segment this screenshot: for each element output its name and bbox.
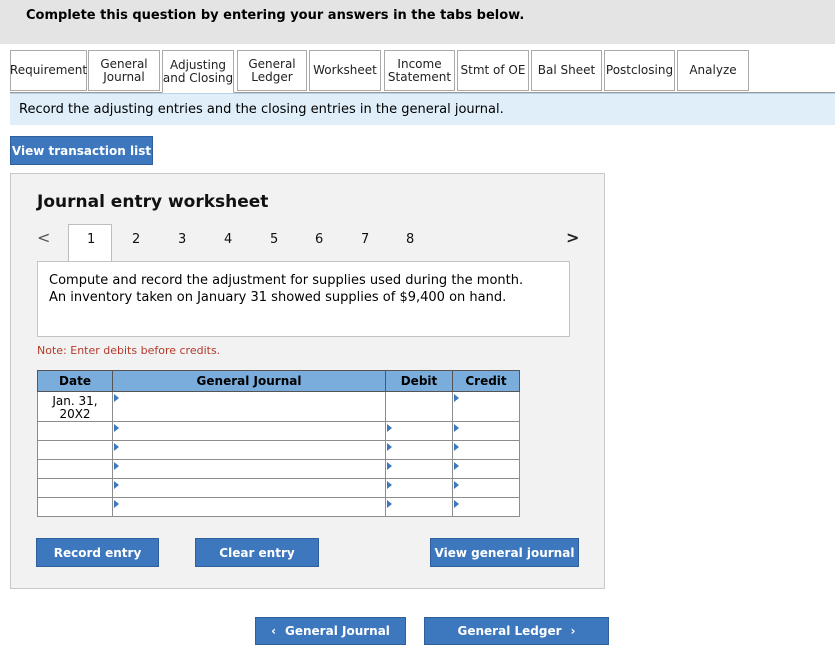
account-input[interactable] <box>112 421 386 441</box>
journal-table: Date General Journal Debit Credit Jan. 3… <box>37 370 520 517</box>
credit-input[interactable] <box>452 440 520 460</box>
date-cell <box>37 440 113 460</box>
header-debit: Debit <box>385 370 453 392</box>
account-input[interactable] <box>112 478 386 498</box>
next-button-label: General Ledger <box>457 624 562 638</box>
credit-input[interactable] <box>452 497 520 517</box>
debit-input[interactable] <box>385 459 453 479</box>
note-text: Note: Enter debits before credits. <box>37 344 221 357</box>
question-line-2: An inventory taken on January 31 showed … <box>49 290 507 305</box>
tab-income-statement[interactable]: Income Statement <box>384 50 455 91</box>
date-cell <box>37 421 113 441</box>
clear-entry-button[interactable]: Clear entry <box>195 538 319 567</box>
question-box: Compute and record the adjustment for su… <box>37 261 570 337</box>
tab-bal-sheet[interactable]: Bal Sheet <box>531 50 602 91</box>
table-row: Jan. 31, 20X2 <box>37 391 520 422</box>
debit-input[interactable] <box>385 391 453 422</box>
table-header-row: Date General Journal Debit Credit <box>37 370 520 392</box>
debit-input[interactable] <box>385 478 453 498</box>
tab-general-journal[interactable]: General Journal <box>88 50 160 91</box>
table-row <box>37 459 520 479</box>
entry-tab-2[interactable]: 2 <box>132 232 140 247</box>
entry-tab-5[interactable]: 5 <box>270 232 278 247</box>
view-general-journal-button[interactable]: View general journal <box>430 538 579 567</box>
entry-tab-7[interactable]: 7 <box>361 232 369 247</box>
account-input[interactable] <box>112 391 386 422</box>
debit-input[interactable] <box>385 440 453 460</box>
tab-bar: Requirement General Journal Adjusting an… <box>10 50 835 93</box>
debit-input[interactable] <box>385 497 453 517</box>
journal-entry-panel: Journal entry worksheet < 1 2 3 4 5 6 7 … <box>10 173 605 589</box>
view-transaction-list-button[interactable]: View transaction list <box>10 136 153 165</box>
header-date: Date <box>37 370 113 392</box>
account-input[interactable] <box>112 497 386 517</box>
question-line-1: Compute and record the adjustment for su… <box>49 273 524 288</box>
entry-tab-1[interactable]: 1 <box>87 232 95 247</box>
table-row <box>37 497 520 517</box>
prev-entry-arrow[interactable]: < <box>37 228 50 247</box>
banner-text: Complete this question by entering your … <box>26 8 525 23</box>
date-cell: Jan. 31, 20X2 <box>37 391 113 422</box>
credit-input[interactable] <box>452 391 520 422</box>
entry-tab-4[interactable]: 4 <box>224 232 232 247</box>
date-cell <box>37 459 113 479</box>
tab-general-ledger[interactable]: General Ledger <box>237 50 307 91</box>
chevron-right-icon: › <box>570 624 576 638</box>
account-input[interactable] <box>112 459 386 479</box>
date-cell <box>37 497 113 517</box>
next-general-ledger-button[interactable]: General Ledger › <box>424 617 609 645</box>
record-entry-button[interactable]: Record entry <box>36 538 159 567</box>
instruction-bar: Record the adjusting entries and the clo… <box>10 93 835 125</box>
tab-stmt-of-oe[interactable]: Stmt of OE <box>457 50 529 91</box>
prev-general-journal-button[interactable]: ‹ General Journal <box>255 617 406 645</box>
account-input[interactable] <box>112 440 386 460</box>
prev-button-label: General Journal <box>285 624 390 638</box>
table-row <box>37 478 520 498</box>
tab-worksheet[interactable]: Worksheet <box>309 50 381 91</box>
table-row <box>37 421 520 441</box>
header-general-journal: General Journal <box>112 370 386 392</box>
worksheet-title: Journal entry worksheet <box>37 192 269 212</box>
header-credit: Credit <box>452 370 520 392</box>
table-row <box>37 440 520 460</box>
next-entry-arrow[interactable]: > <box>566 228 579 247</box>
credit-input[interactable] <box>452 478 520 498</box>
tab-postclosing[interactable]: Postclosing <box>604 50 675 91</box>
tab-adjusting-and-closing[interactable]: Adjusting and Closing <box>162 50 234 93</box>
tab-requirement[interactable]: Requirement <box>10 50 87 91</box>
debit-input[interactable] <box>385 421 453 441</box>
instructions-banner: Complete this question by entering your … <box>0 0 835 44</box>
tab-analyze[interactable]: Analyze <box>677 50 749 91</box>
instruction-text: Record the adjusting entries and the clo… <box>19 102 504 117</box>
credit-input[interactable] <box>452 459 520 479</box>
chevron-left-icon: ‹ <box>271 624 277 638</box>
entry-tab-3[interactable]: 3 <box>178 232 186 247</box>
credit-input[interactable] <box>452 421 520 441</box>
date-cell <box>37 478 113 498</box>
entry-tab-8[interactable]: 8 <box>406 232 414 247</box>
entry-tab-6[interactable]: 6 <box>315 232 323 247</box>
